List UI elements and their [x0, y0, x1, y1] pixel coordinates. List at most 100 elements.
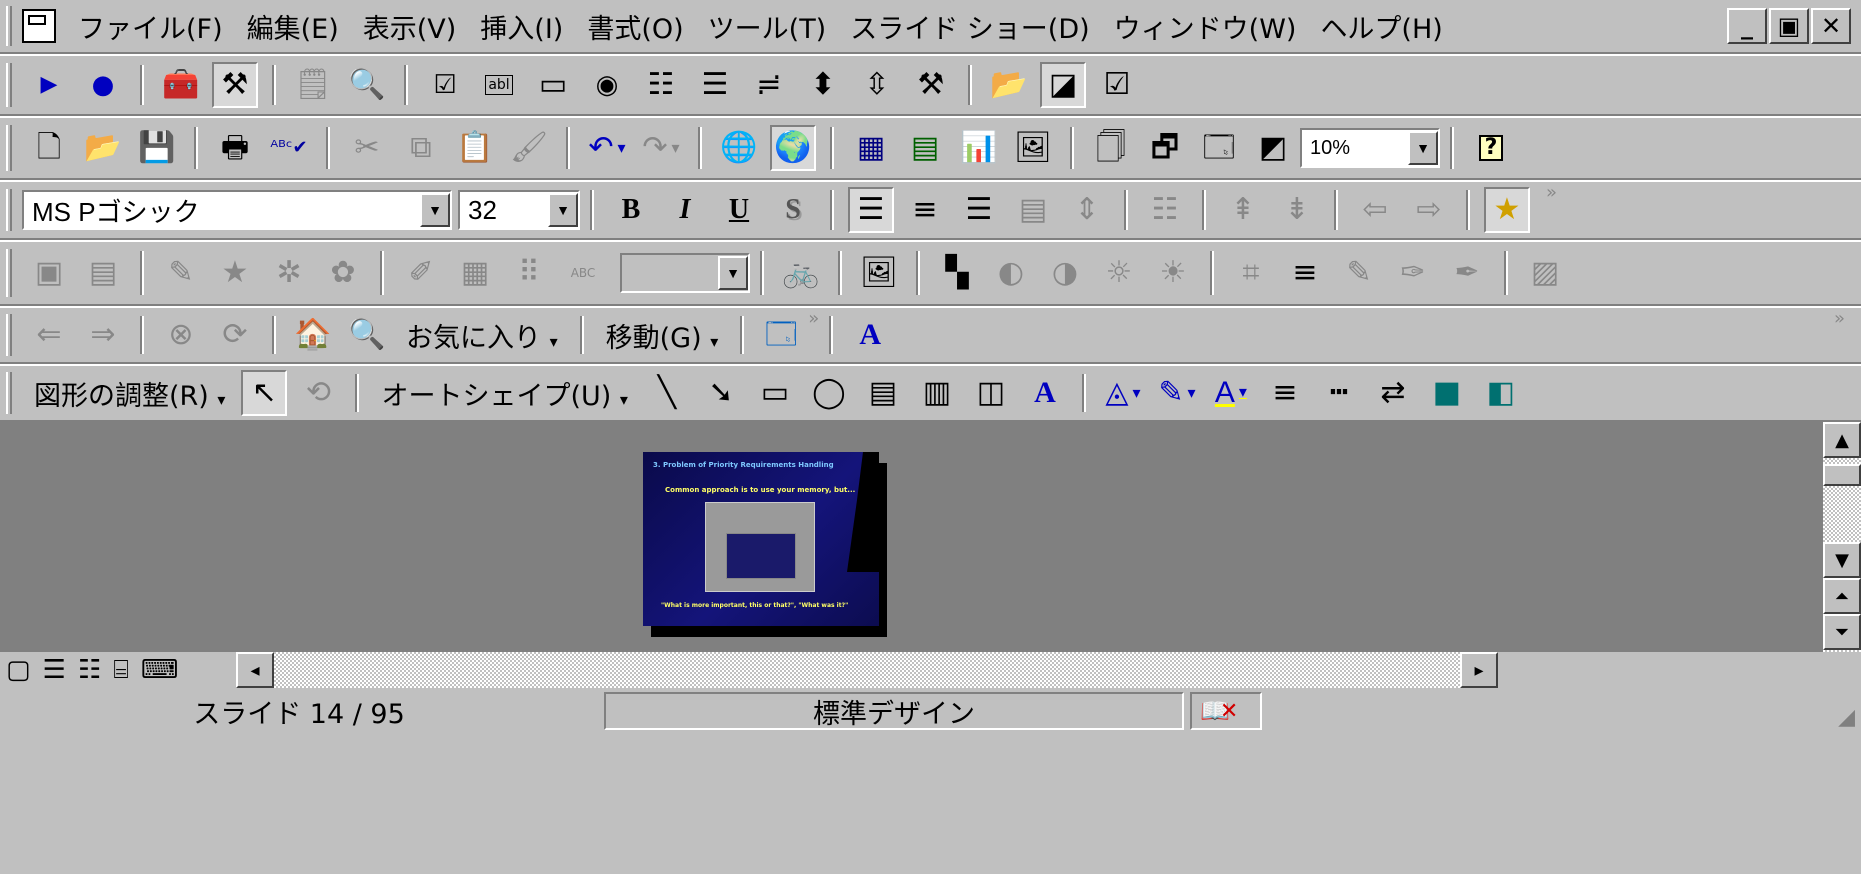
demote-icon[interactable]: ⇨ [1406, 187, 1452, 233]
shadow-button[interactable]: S [770, 187, 816, 233]
grayscale-icon[interactable]: ◩ [1250, 125, 1296, 171]
zoom-select[interactable]: 10% ▼ [1300, 128, 1440, 168]
option-button-icon[interactable]: ◉ [584, 62, 630, 108]
brightness-down-icon[interactable]: ☀ [1150, 250, 1196, 296]
wordart-icon[interactable]: ✐ [398, 250, 444, 296]
print-icon[interactable]: 🖶 [212, 125, 258, 171]
toolbar-overflow-icon[interactable]: » [808, 308, 819, 329]
font-size-select[interactable]: 32 ▼ [458, 190, 580, 230]
spelling-status-icon[interactable]: 📖 ✕ [1190, 692, 1262, 730]
undo-icon[interactable]: ↶ ▾ [584, 125, 630, 171]
visual-icon[interactable]: ✿ [320, 250, 366, 296]
zoom-dropdown-arrow[interactable]: ▼ [1408, 131, 1438, 165]
open-icon[interactable]: 📂 [80, 125, 126, 171]
bold-button[interactable]: B [608, 187, 654, 233]
resize-grip-icon[interactable]: ◢ [1838, 705, 1855, 730]
view-code-icon[interactable]: 🔍 [344, 62, 390, 108]
style-select[interactable]: ▼ [620, 253, 750, 293]
scrollbar-icon[interactable]: ⇳ [854, 62, 900, 108]
oval-icon[interactable]: ◯ [806, 370, 852, 416]
textbox-icon[interactable]: abl [476, 62, 522, 108]
show-only-web-toolbar-icon[interactable]: 🗔 [758, 312, 804, 358]
menu-format[interactable]: 書式(O) [587, 7, 683, 46]
listbox-icon[interactable]: ☷ [638, 62, 684, 108]
paste-icon[interactable]: 📋 [452, 125, 498, 171]
font-dropdown-arrow[interactable]: ▼ [420, 193, 450, 227]
toggle-button-icon[interactable]: ≓ [746, 62, 792, 108]
color-icon[interactable]: ▚ [934, 250, 980, 296]
auto-check-icon[interactable]: 🚲 [778, 250, 824, 296]
next-slide-icon[interactable]: ⏷ [1823, 614, 1861, 650]
wordart-a-icon[interactable]: A [847, 312, 893, 358]
more-controls-icon[interactable]: ⚒ [908, 62, 954, 108]
scroll-thumb[interactable] [1823, 464, 1861, 486]
scroll-down-icon[interactable]: ▼ [1823, 542, 1861, 578]
normal-view-icon[interactable]: ▢ [6, 655, 31, 685]
underline-button[interactable]: U [716, 187, 762, 233]
stamp-icon[interactable]: ✲ [266, 250, 312, 296]
redo-icon[interactable]: ↷ ▾ [638, 125, 684, 171]
help-icon[interactable]: ? [1468, 125, 1514, 171]
back-icon[interactable]: ⇐ [26, 312, 72, 358]
toolbar-grip[interactable] [6, 62, 12, 108]
save-icon[interactable]: 💾 [134, 125, 180, 171]
slide-view-icon[interactable]: ▤ [80, 250, 126, 296]
spin-button-icon[interactable]: ⬍ [800, 62, 846, 108]
style-dropdown-arrow[interactable]: ▼ [718, 256, 748, 290]
3d-icon[interactable]: ◧ [1478, 370, 1524, 416]
draw-menu-button[interactable]: 図形の調整(R) ▾ [34, 374, 225, 413]
line-style-icon[interactable]: ≡ [1262, 370, 1308, 416]
home-icon[interactable]: 🏠 [290, 312, 336, 358]
new-icon[interactable]: 🗋 [26, 125, 72, 171]
toolbar-grip[interactable] [6, 372, 12, 414]
toolbar-overflow-icon[interactable]: » [1834, 308, 1845, 329]
scroll-up-icon[interactable]: ▲ [1823, 422, 1861, 458]
wordart-icon[interactable]: A [1022, 370, 1068, 416]
bullets-icon[interactable]: ☷ [1142, 187, 1188, 233]
close-button[interactable]: ✕ [1811, 8, 1851, 44]
select-arrow-icon[interactable]: ↖ [241, 370, 288, 416]
menu-window[interactable]: ウィンドウ(W) [1114, 7, 1297, 46]
distribute-icon[interactable]: ▤ [1010, 187, 1056, 233]
notes-page-view-icon[interactable]: ⌸ [113, 655, 129, 686]
rotate-icon[interactable]: ⟲ [295, 370, 341, 416]
dash-style-icon[interactable]: ┅ [1316, 370, 1362, 416]
slide-thumbnail[interactable]: 3. Problem of Priority Requirements Hand… [643, 452, 879, 626]
arrow-style-icon[interactable]: ⇄ [1370, 370, 1416, 416]
autoshapes-menu-button[interactable]: オートシェイプ(U) ▾ [381, 374, 627, 413]
align-left-icon[interactable]: ☰ [848, 187, 894, 233]
line-style-icon[interactable]: ≡ [1282, 250, 1328, 296]
menu-help[interactable]: ヘルプ(H) [1320, 7, 1442, 46]
command-button-icon[interactable]: ▭ [530, 62, 576, 108]
star-icon[interactable]: ★ [212, 250, 258, 296]
transparent-icon[interactable]: ✒ [1444, 250, 1490, 296]
insert-diagram-icon[interactable]: ◫ [968, 370, 1014, 416]
rectangle-icon[interactable]: ▭ [752, 370, 798, 416]
toolbar-overflow-icon[interactable]: » [1546, 182, 1557, 203]
crop-icon[interactable]: ⌗ [1228, 250, 1274, 296]
abc-icon[interactable]: ABC [560, 250, 606, 296]
insert-chart-icon[interactable]: 📊 [956, 125, 1002, 171]
menu-slideshow[interactable]: スライド ショー(D) [850, 7, 1089, 46]
menu-view[interactable]: 表示(V) [363, 7, 457, 46]
slide-layout-icon[interactable]: 🗗 [1142, 125, 1188, 171]
font-size-dropdown-arrow[interactable]: ▼ [548, 193, 578, 227]
toolbar-grip[interactable] [6, 249, 12, 297]
shape-icon[interactable]: ▦ [452, 250, 498, 296]
record-icon[interactable]: ● [80, 62, 126, 108]
checkbox-icon[interactable]: ☑ [422, 62, 468, 108]
insert-picture-icon[interactable]: 🖼 [856, 250, 902, 296]
animation-effects-icon[interactable]: ★ [1484, 187, 1530, 233]
format-picture-icon[interactable]: ✑ [1390, 250, 1436, 296]
textbox-icon[interactable]: ▤ [860, 370, 906, 416]
copy-icon[interactable]: ⧉ [398, 125, 444, 171]
toolbox-icon[interactable]: 🧰 [158, 62, 204, 108]
toolbar-grip[interactable] [6, 314, 12, 356]
new-slide-icon[interactable]: 🗍 [1088, 125, 1134, 171]
menubar-grip[interactable] [6, 6, 12, 46]
horizontal-scrollbar[interactable]: ◂ ▸ [236, 652, 1498, 688]
vertical-align-icon[interactable]: ⇕ [1064, 187, 1110, 233]
favorites-button[interactable]: お気に入り ▾ [406, 316, 558, 355]
decrease-spacing-icon[interactable]: ⇟ [1274, 187, 1320, 233]
minimize-button[interactable]: _ [1727, 8, 1767, 44]
